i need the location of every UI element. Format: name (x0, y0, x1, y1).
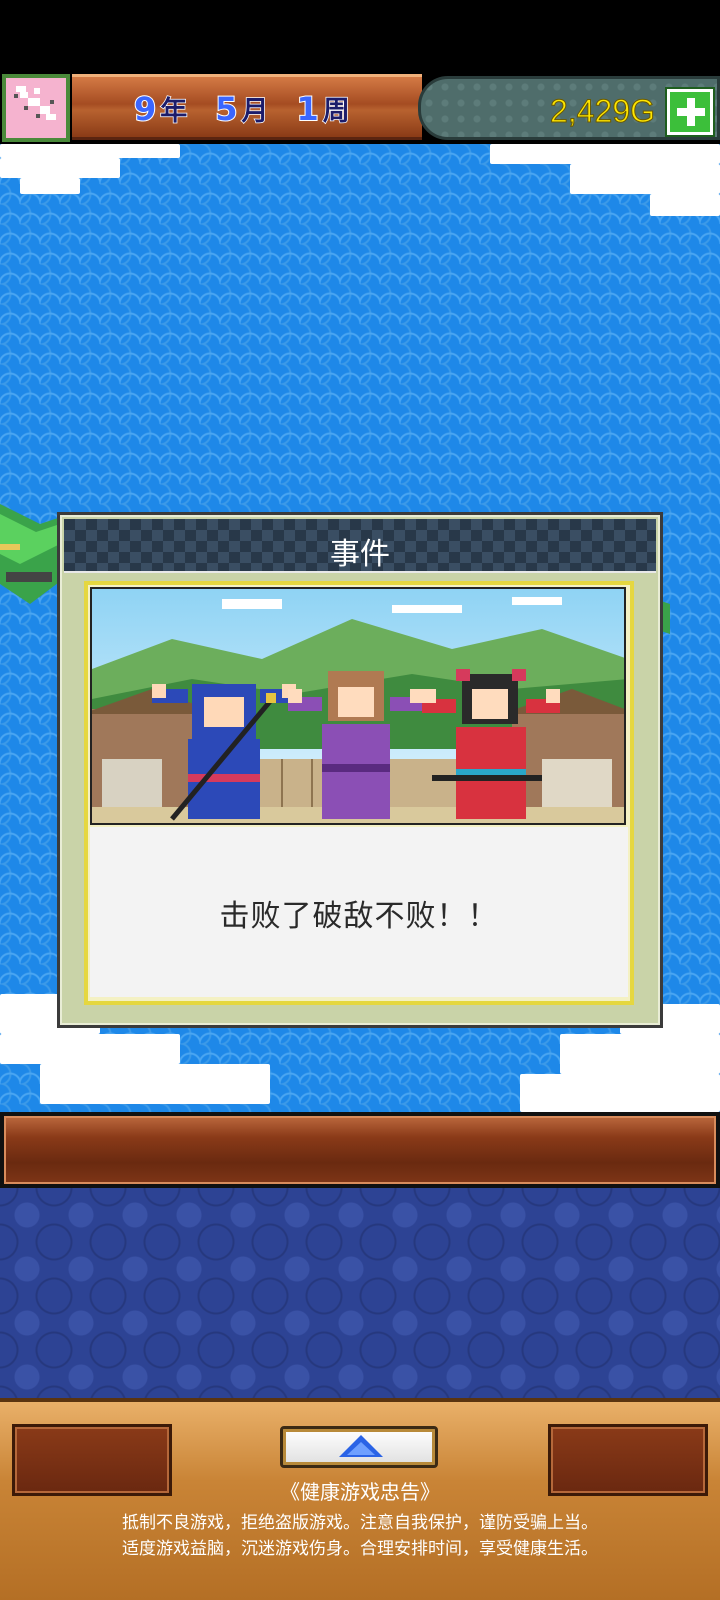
cloud (650, 194, 720, 216)
health-notice-title: 《健康游戏忠告》 (280, 1480, 440, 1504)
year-unit: 年 (160, 95, 189, 128)
sakura-icon[interactable] (2, 74, 70, 142)
dialog-header: 事件 (64, 519, 656, 573)
event-illustration (90, 587, 626, 825)
gold-panel: 2,429G (418, 76, 720, 140)
event-message: 击败了破敌不败！！ (219, 899, 499, 934)
week-number: 1 (296, 89, 320, 129)
gold-amount: 2,429G (550, 93, 656, 130)
year-number: 9 (133, 89, 157, 129)
cloud (570, 164, 720, 194)
bottom-panel: 《健康游戏忠告》 抵制不良游戏，拒绝盗版游戏。注意自我保护，谨防受骗上当。 适度… (0, 1398, 720, 1600)
cloud (0, 1034, 180, 1064)
info-bar (0, 1112, 720, 1188)
cloud (0, 144, 180, 158)
date-panel: 9 年 5 月 1 周 (72, 74, 422, 140)
week-unit: 周 (322, 95, 351, 128)
info-bar-panel (4, 1116, 716, 1184)
expand-menu-button[interactable] (280, 1426, 438, 1468)
month-number: 5 (214, 89, 238, 129)
cloud (40, 1064, 270, 1104)
plus-icon[interactable] (667, 89, 713, 135)
dialog-body[interactable]: 击败了破敌不败！！ (84, 581, 634, 1005)
dialog-title: 事件 (330, 537, 390, 572)
menu-background (0, 1188, 720, 1398)
cloud (520, 1074, 720, 1112)
top-hud: 9 年 5 月 1 周 2,429G (0, 72, 720, 144)
message-area: 击败了破敌不败！！ (90, 827, 628, 997)
cloud (490, 144, 720, 164)
cloud (560, 1034, 720, 1074)
cloud (20, 178, 80, 194)
health-notice-line: 适度游戏益脑，沉迷游戏伤身。合理安排时间，享受健康生活。 (122, 1539, 598, 1559)
up-arrow-highlight (347, 1442, 375, 1455)
health-notice-line: 抵制不良游戏，拒绝盗版游戏。注意自我保护，谨防受骗上当。 (122, 1513, 598, 1533)
event-dialog: 事件 击败了破敌不败！！ (57, 512, 663, 1028)
cloud (0, 158, 120, 178)
status-bar (0, 0, 720, 72)
month-unit: 月 (241, 95, 270, 128)
